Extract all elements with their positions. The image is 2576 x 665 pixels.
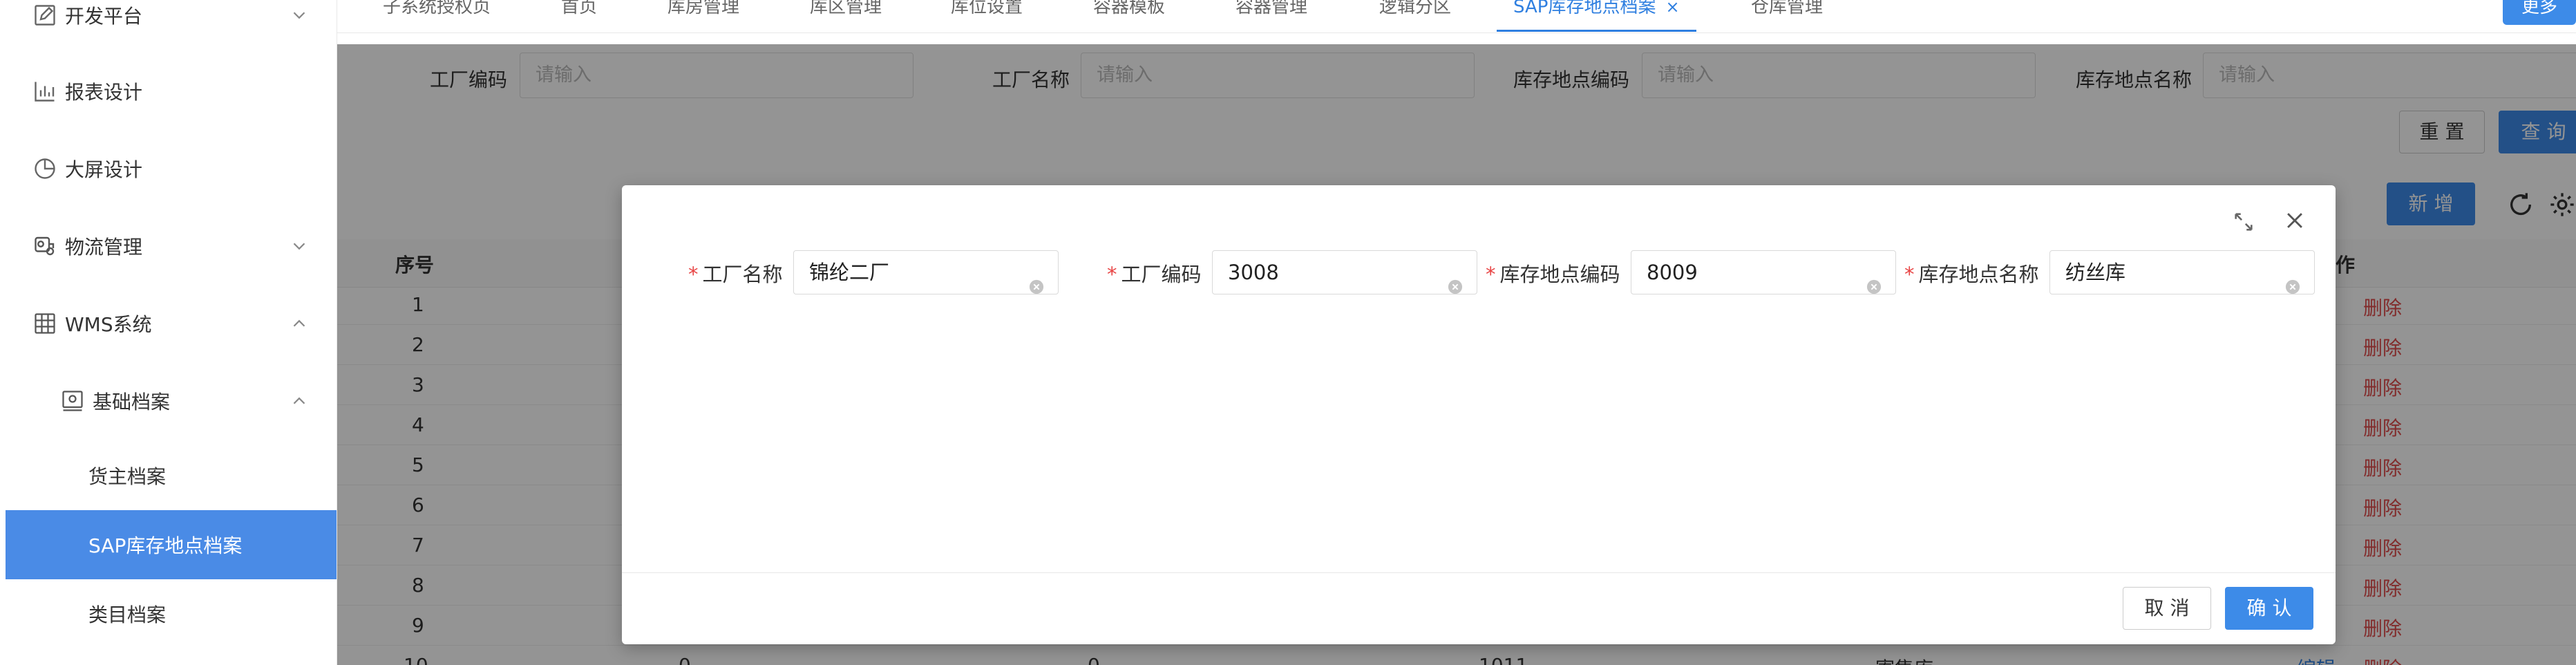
logistics-icon <box>32 233 58 259</box>
location-code-label: * 库存地点编码 <box>1486 259 1620 288</box>
sidebar-item-logistics[interactable]: 物流管理 <box>0 212 337 281</box>
location-code-field[interactable]: 8009 <box>1631 250 1896 294</box>
factory-code-label: * 工厂编码 <box>1107 259 1202 288</box>
sidebar: 开发平台 报表设计 大屏设计 物流管理 WMS系统 基础档案 货主档案 SAP库… <box>0 0 337 665</box>
clear-icon[interactable] <box>1448 266 1463 294</box>
close-icon[interactable]: × <box>1665 0 1679 17</box>
factory-code-field[interactable]: 3008 <box>1212 250 1477 294</box>
tab-home[interactable]: 首页 <box>561 0 597 32</box>
dialog-footer: 取 消 确 认 <box>622 572 2336 644</box>
tab-sap-storage-location[interactable]: SAP库存地点档案 × <box>1497 0 1696 32</box>
sidebar-item-label: SAP库存地点档案 <box>88 534 243 557</box>
tab-label: 库区管理 <box>810 0 882 17</box>
tab-label: 仓库管理 <box>1751 0 1824 17</box>
required-mark: * <box>688 263 699 286</box>
tab-bar: 子系统授权页 首页 库房管理 库区管理 库位设置 容器模板 容器管理 逻辑分区 … <box>337 0 2576 33</box>
sidebar-item-label: 基础档案 <box>93 391 171 413</box>
label-text: 库存地点名称 <box>1918 263 2039 286</box>
pie-chart-icon <box>32 156 58 182</box>
tab-label: 容器管理 <box>1235 0 1308 17</box>
label-text: 工厂编码 <box>1121 263 1202 286</box>
tab-container-mgmt[interactable]: 容器管理 <box>1235 0 1307 32</box>
sidebar-item-sap-storage-location[interactable]: SAP库存地点档案 <box>6 510 337 579</box>
label-text: 工厂名称 <box>702 263 783 286</box>
clear-icon[interactable] <box>1029 266 1044 294</box>
edit-icon <box>32 2 58 28</box>
sidebar-item-label: 货主档案 <box>88 465 167 488</box>
tab-location-setting[interactable]: 库位设置 <box>951 0 1023 32</box>
chevron-down-icon <box>289 236 310 256</box>
tab-container-template[interactable]: 容器模板 <box>1093 0 1165 32</box>
factory-name-field[interactable]: 锦纶二厂 <box>793 250 1059 294</box>
tab-label: 首页 <box>561 0 598 17</box>
field-value: 锦纶二厂 <box>809 261 890 284</box>
location-name-field[interactable]: 纺丝库 <box>2049 250 2315 294</box>
sidebar-item-dev-platform[interactable]: 开发平台 <box>0 0 337 50</box>
field-value: 8009 <box>1647 261 1698 284</box>
sidebar-item-label: 开发平台 <box>65 5 143 28</box>
tab-subsystem-auth[interactable]: 子系统授权页 <box>383 0 491 32</box>
sidebar-item-label: WMS系统 <box>65 313 152 336</box>
field-value: 3008 <box>1228 261 1279 284</box>
clear-icon[interactable] <box>2285 266 2300 294</box>
tab-label: 子系统授权页 <box>383 0 491 17</box>
sidebar-item-report-design[interactable]: 报表设计 <box>0 57 337 126</box>
required-mark: * <box>1904 263 1915 286</box>
chevron-up-icon <box>289 391 310 411</box>
fullscreen-icon[interactable] <box>2232 210 2255 234</box>
sidebar-item-label: 大屏设计 <box>65 158 143 181</box>
tab-label: SAP库存地点档案 <box>1513 0 1656 17</box>
edit-dialog: * 工厂名称 锦纶二厂 * 工厂编码 3008 * 库存地点编码 8009 * 库存地点… <box>622 185 2336 644</box>
bar-chart-icon <box>32 78 58 104</box>
confirm-button[interactable]: 确 认 <box>2225 587 2313 630</box>
sidebar-item-category-archive[interactable]: 类目档案 <box>0 579 337 648</box>
chevron-up-icon <box>289 313 310 334</box>
factory-name-label: * 工厂名称 <box>688 259 783 288</box>
sidebar-item-owner-archive[interactable]: 货主档案 <box>0 441 337 510</box>
close-icon[interactable] <box>2283 209 2307 232</box>
chevron-down-icon <box>289 5 310 26</box>
tab-warehouse-mgmt[interactable]: 库房管理 <box>667 0 739 32</box>
tab-label: 库位设置 <box>951 0 1023 17</box>
sidebar-item-wms[interactable]: WMS系统 <box>0 289 337 358</box>
location-name-label: * 库存地点名称 <box>1904 259 2039 288</box>
tab-label: 逻辑分区 <box>1379 0 1452 17</box>
archive-icon <box>59 388 86 414</box>
required-mark: * <box>1107 263 1117 286</box>
clear-icon[interactable] <box>1866 266 1882 294</box>
field-value: 纺丝库 <box>2065 261 2126 284</box>
sidebar-item-dashboard-design[interactable]: 大屏设计 <box>0 134 337 203</box>
more-button[interactable]: 更多 <box>2503 0 2576 25</box>
required-mark: * <box>1486 263 1496 286</box>
cancel-button[interactable]: 取 消 <box>2123 587 2211 630</box>
sidebar-item-label: 报表设计 <box>65 81 143 104</box>
sidebar-item-label: 物流管理 <box>65 236 143 259</box>
tab-logical-partition[interactable]: 逻辑分区 <box>1379 0 1451 32</box>
sidebar-item-basic-archive[interactable]: 基础档案 <box>0 366 337 435</box>
tab-zone-mgmt[interactable]: 库区管理 <box>810 0 882 32</box>
tab-warehouse[interactable]: 仓库管理 <box>1751 0 1823 32</box>
sidebar-item-label: 类目档案 <box>88 603 167 626</box>
tab-label: 库房管理 <box>667 0 740 17</box>
grid-icon <box>32 310 58 337</box>
label-text: 库存地点编码 <box>1499 263 1620 286</box>
tab-label: 容器模板 <box>1093 0 1166 17</box>
